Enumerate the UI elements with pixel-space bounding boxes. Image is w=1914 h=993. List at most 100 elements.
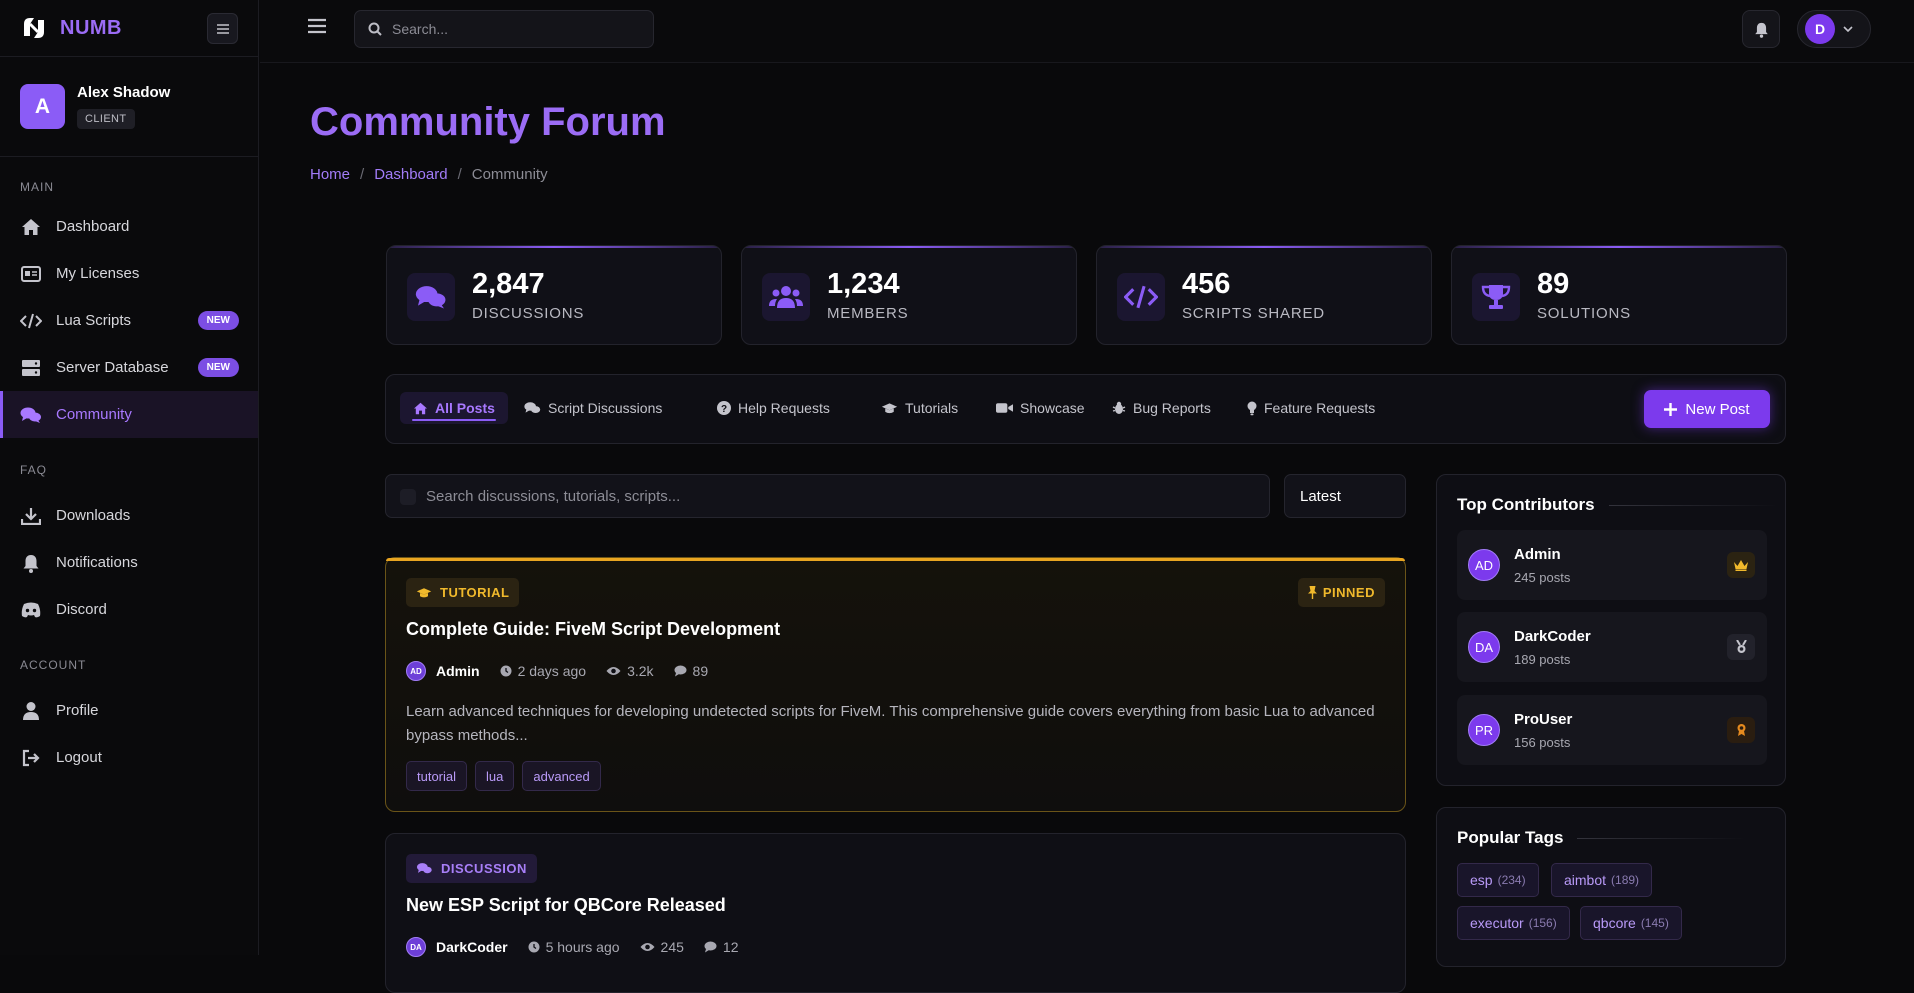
tab-label: Bug Reports — [1133, 400, 1211, 416]
sidebar-item-community[interactable]: Community — [0, 391, 258, 438]
post-time-text: 2 days ago — [517, 663, 587, 679]
hamburger-menu-icon[interactable] — [308, 18, 326, 34]
top-search-input[interactable]: Search... — [354, 10, 654, 48]
sidebar-section-main: MAIN — [20, 180, 54, 194]
category-label: DISCUSSION — [441, 861, 527, 876]
tab-help-requests[interactable]: ? Help Requests — [704, 392, 843, 424]
contributor-item[interactable]: PR ProUser 156 posts — [1457, 695, 1767, 765]
post-card[interactable]: TUTORIAL PINNED Complete Guide: FiveM Sc… — [385, 557, 1406, 812]
sidebar-item-downloads[interactable]: Downloads — [0, 492, 258, 539]
sort-select[interactable]: Latest — [1284, 474, 1406, 518]
sidebar-item-label: Notifications — [56, 554, 138, 571]
sidebar-item-my-licenses[interactable]: My Licenses — [0, 250, 258, 297]
new-post-button[interactable]: New Post — [1644, 390, 1770, 428]
sidebar-header: NUMB — [0, 0, 258, 57]
sidebar-item-notifications[interactable]: Notifications — [0, 539, 258, 586]
sidebar-item-server-database[interactable]: Server Database NEW — [0, 344, 258, 391]
pin-icon — [1307, 586, 1317, 599]
stat-card-solutions: 89 SOLUTIONS — [1451, 245, 1787, 345]
notifications-button[interactable] — [1742, 10, 1780, 48]
bell-icon — [1754, 22, 1768, 38]
popular-tag[interactable]: esp (234) — [1457, 863, 1539, 897]
comment-icon — [674, 665, 687, 677]
breadcrumb-home[interactable]: Home — [310, 166, 350, 183]
post-title[interactable]: Complete Guide: FiveM Script Development — [406, 619, 780, 640]
home-icon — [20, 216, 42, 238]
tab-label: All Posts — [435, 400, 495, 416]
sidebar-item-label: Dashboard — [56, 218, 130, 235]
sidebar-item-profile[interactable]: Profile — [0, 687, 258, 734]
sidebar-item-lua-scripts[interactable]: Lua Scripts NEW — [0, 297, 258, 344]
tab-showcase[interactable]: Showcase — [983, 392, 1098, 424]
post-replies: 12 — [704, 939, 739, 955]
discord-icon — [20, 599, 42, 621]
avatar: AD — [1468, 549, 1500, 581]
breadcrumb: Home / Dashboard / Community — [310, 166, 548, 183]
category-badge: DISCUSSION — [406, 854, 537, 883]
user-card: A Alex Shadow CLIENT — [0, 57, 258, 157]
profile-menu-button[interactable]: D — [1797, 10, 1871, 48]
trophy-icon — [1472, 273, 1520, 321]
post-time: 2 days ago — [500, 663, 587, 679]
tab-tutorials[interactable]: Tutorials — [868, 392, 971, 424]
pinned-badge: PINNED — [1297, 578, 1385, 607]
sidebar-item-label: Lua Scripts — [56, 312, 132, 329]
contributor-item[interactable]: AD Admin 245 posts — [1457, 530, 1767, 600]
id-card-icon — [20, 263, 42, 285]
popular-tag-name: executor — [1470, 915, 1524, 931]
sidebar-item-label: Downloads — [56, 507, 131, 524]
post-views: 3.2k — [606, 663, 654, 679]
post-tag[interactable]: tutorial — [406, 761, 468, 791]
contributor-item[interactable]: DA DarkCoder 189 posts — [1457, 612, 1767, 682]
tab-feature-requests[interactable]: Feature Requests — [1234, 392, 1388, 424]
post-author[interactable]: Admin — [436, 663, 480, 679]
menu-icon — [216, 23, 229, 34]
category-tabs: All Posts Script Discussions ? Help Requ… — [385, 374, 1786, 444]
post-title[interactable]: New ESP Script for QBCore Released — [406, 895, 726, 916]
post-author[interactable]: DarkCoder — [436, 939, 508, 955]
popular-tag-count: (145) — [1640, 916, 1669, 930]
sidebar-toggle-button[interactable] — [207, 13, 238, 44]
post-excerpt: Learn advanced techniques for developing… — [406, 703, 1375, 744]
popular-tag-name: esp — [1470, 872, 1493, 888]
stat-label: SOLUTIONS — [1537, 305, 1631, 322]
category-badge: TUTORIAL — [406, 578, 520, 607]
popular-tag[interactable]: executor (156) — [1457, 906, 1570, 940]
pinned-label: PINNED — [1322, 585, 1375, 600]
users-icon — [762, 273, 810, 321]
user-name: Alex Shadow — [77, 84, 171, 101]
stat-card-members: 1,234 MEMBERS — [741, 245, 1077, 345]
post-replies: 89 — [674, 663, 708, 679]
tab-label: Script Discussions — [548, 400, 663, 416]
sidebar-item-label: Server Database — [56, 359, 169, 376]
sidebar: NUMB A Alex Shadow CLIENT MAIN Dashboard… — [0, 0, 259, 955]
tab-all-posts[interactable]: All Posts — [400, 392, 508, 424]
avatar: D — [1805, 14, 1835, 44]
post-tag[interactable]: lua — [475, 761, 515, 791]
eye-icon — [640, 943, 655, 951]
stat-value: 2,847 — [472, 268, 545, 300]
forum-search-input[interactable]: Search discussions, tutorials, scripts..… — [385, 474, 1270, 518]
post-card[interactable]: DISCUSSION New ESP Script for QBCore Rel… — [385, 833, 1406, 993]
tab-bug-reports[interactable]: Bug Reports — [1099, 392, 1224, 424]
question-icon: ? — [717, 401, 731, 415]
breadcrumb-separator: / — [457, 166, 462, 183]
breadcrumb-current: Community — [471, 166, 548, 183]
code-icon — [20, 310, 42, 332]
popular-tag[interactable]: aimbot (189) — [1551, 863, 1653, 897]
post-replies-text: 12 — [722, 939, 739, 955]
sidebar-item-logout[interactable]: Logout — [0, 734, 258, 781]
tab-script-discussions[interactable]: Script Discussions — [511, 392, 675, 424]
popular-tag[interactable]: qbcore (145) — [1580, 906, 1682, 940]
lightbulb-icon — [1247, 401, 1257, 415]
comments-icon — [524, 402, 541, 414]
forum-search-placeholder: Search discussions, tutorials, scripts..… — [426, 487, 681, 505]
author-avatar: DA — [406, 937, 426, 957]
comments-icon — [416, 863, 432, 874]
sidebar-item-discord[interactable]: Discord — [0, 586, 258, 633]
sidebar-item-dashboard[interactable]: Dashboard — [0, 203, 258, 250]
breadcrumb-dashboard[interactable]: Dashboard — [374, 166, 447, 183]
sidebar-item-label: Logout — [56, 749, 102, 766]
post-tag[interactable]: advanced — [522, 761, 601, 791]
tab-label: Showcase — [1020, 400, 1085, 416]
